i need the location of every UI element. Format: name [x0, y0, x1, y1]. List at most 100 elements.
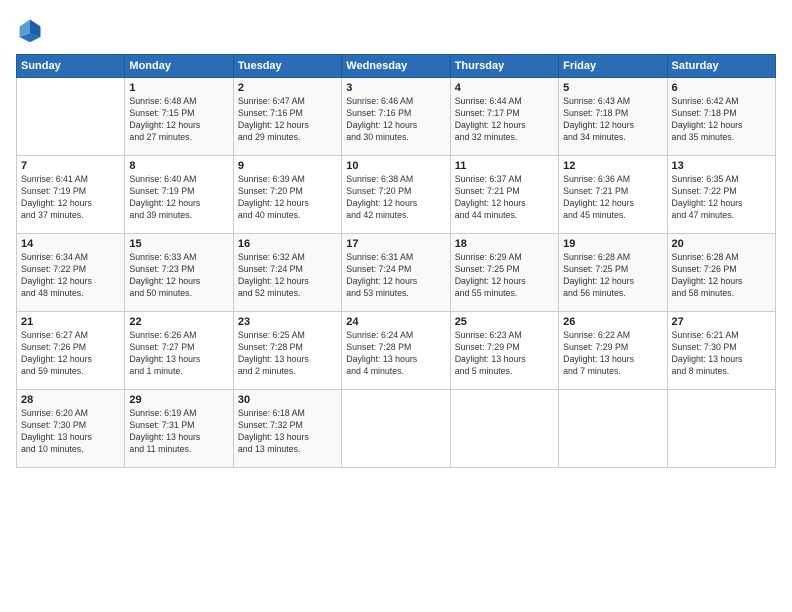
day-info: Sunrise: 6:25 AM Sunset: 7:28 PM Dayligh… [238, 330, 337, 378]
day-number: 13 [672, 160, 771, 172]
day-info: Sunrise: 6:39 AM Sunset: 7:20 PM Dayligh… [238, 174, 337, 222]
calendar-week-row: 28Sunrise: 6:20 AM Sunset: 7:30 PM Dayli… [17, 390, 776, 468]
weekday-header-cell: Tuesday [233, 55, 341, 78]
calendar-day-cell: 25 Sunrise: 6:23 AM Sunset: 7:29 PM Dayli… [450, 312, 558, 390]
calendar-table: SundayMondayTuesdayWednesdayThursdayFrid… [16, 54, 776, 468]
weekday-header-cell: Saturday [667, 55, 775, 78]
page: SundayMondayTuesdayWednesdayThursdayFrid… [0, 0, 792, 612]
calendar-day-cell: 17 Sunrise: 6:31 AM Sunset: 7:24 PM Dayli… [342, 234, 450, 312]
calendar-day-cell: 11 Sunrise: 6:37 AM Sunset: 7:21 PM Dayli… [450, 156, 558, 234]
day-info: Sunrise: 6:35 AM Sunset: 7:22 PM Dayligh… [672, 174, 771, 222]
day-number: 11 [455, 160, 554, 172]
calendar-body: 1Sunrise: 6:48 AM Sunset: 7:15 PM Daylig… [17, 78, 776, 468]
day-number: 2 [238, 82, 337, 94]
day-number: 5 [563, 82, 662, 94]
day-number: 19 [563, 238, 662, 250]
calendar-day-cell: 23Sunrise: 6:25 AM Sunset: 7:28 PM Dayli… [233, 312, 341, 390]
day-number: 22 [129, 316, 228, 328]
weekday-header-cell: Thursday [450, 55, 558, 78]
calendar-day-cell: 10 Sunrise: 6:38 AM Sunset: 7:20 PM Dayli… [342, 156, 450, 234]
logo [16, 16, 48, 44]
day-info: Sunrise: 6:18 AM Sunset: 7:32 PM Dayligh… [238, 408, 337, 456]
day-number: 18 [455, 238, 554, 250]
calendar-day-cell: 19 Sunrise: 6:28 AM Sunset: 7:25 PM Dayli… [559, 234, 667, 312]
calendar-day-cell: 30 Sunrise: 6:18 AM Sunset: 7:32 PM Dayli… [233, 390, 341, 468]
day-number: 30 [238, 394, 337, 406]
calendar-week-row: 7 Sunrise: 6:41 AM Sunset: 7:19 PM Daylig… [17, 156, 776, 234]
weekday-header-cell: Sunday [17, 55, 125, 78]
day-number: 6 [672, 82, 771, 94]
calendar-day-cell: 12 Sunrise: 6:36 AM Sunset: 7:21 PM Dayli… [559, 156, 667, 234]
day-number: 17 [346, 238, 445, 250]
calendar-day-cell: 28Sunrise: 6:20 AM Sunset: 7:30 PM Dayli… [17, 390, 125, 468]
calendar-day-cell: 24 Sunrise: 6:24 AM Sunset: 7:28 PM Dayli… [342, 312, 450, 390]
day-number: 24 [346, 316, 445, 328]
day-info: Sunrise: 6:36 AM Sunset: 7:21 PM Dayligh… [563, 174, 662, 222]
day-info: Sunrise: 6:31 AM Sunset: 7:24 PM Dayligh… [346, 252, 445, 300]
day-number: 4 [455, 82, 554, 94]
calendar-day-cell [342, 390, 450, 468]
calendar-day-cell: 15 Sunrise: 6:33 AM Sunset: 7:23 PM Dayli… [125, 234, 233, 312]
calendar-day-cell: 22 Sunrise: 6:26 AM Sunset: 7:27 PM Dayli… [125, 312, 233, 390]
calendar-day-cell [559, 390, 667, 468]
day-info: Sunrise: 6:47 AM Sunset: 7:16 PM Dayligh… [238, 96, 337, 144]
day-info: Sunrise: 6:33 AM Sunset: 7:23 PM Dayligh… [129, 252, 228, 300]
day-number: 27 [672, 316, 771, 328]
calendar-day-cell: 1Sunrise: 6:48 AM Sunset: 7:15 PM Daylig… [125, 78, 233, 156]
day-info: Sunrise: 6:24 AM Sunset: 7:28 PM Dayligh… [346, 330, 445, 378]
calendar-day-cell: 7 Sunrise: 6:41 AM Sunset: 7:19 PM Daylig… [17, 156, 125, 234]
calendar-day-cell: 18 Sunrise: 6:29 AM Sunset: 7:25 PM Dayli… [450, 234, 558, 312]
day-info: Sunrise: 6:29 AM Sunset: 7:25 PM Dayligh… [455, 252, 554, 300]
calendar-day-cell: 26 Sunrise: 6:22 AM Sunset: 7:29 PM Dayli… [559, 312, 667, 390]
day-number: 8 [129, 160, 228, 172]
day-info: Sunrise: 6:46 AM Sunset: 7:16 PM Dayligh… [346, 96, 445, 144]
weekday-header-cell: Friday [559, 55, 667, 78]
day-number: 7 [21, 160, 120, 172]
weekday-header-cell: Monday [125, 55, 233, 78]
day-info: Sunrise: 6:20 AM Sunset: 7:30 PM Dayligh… [21, 408, 120, 456]
day-number: 25 [455, 316, 554, 328]
day-info: Sunrise: 6:37 AM Sunset: 7:21 PM Dayligh… [455, 174, 554, 222]
day-number: 20 [672, 238, 771, 250]
day-info: Sunrise: 6:34 AM Sunset: 7:22 PM Dayligh… [21, 252, 120, 300]
calendar-day-cell: 3 Sunrise: 6:46 AM Sunset: 7:16 PM Daylig… [342, 78, 450, 156]
day-info: Sunrise: 6:40 AM Sunset: 7:19 PM Dayligh… [129, 174, 228, 222]
calendar-day-cell [667, 390, 775, 468]
day-info: Sunrise: 6:44 AM Sunset: 7:17 PM Dayligh… [455, 96, 554, 144]
day-info: Sunrise: 6:28 AM Sunset: 7:25 PM Dayligh… [563, 252, 662, 300]
calendar-day-cell: 27Sunrise: 6:21 AM Sunset: 7:30 PM Dayli… [667, 312, 775, 390]
day-info: Sunrise: 6:41 AM Sunset: 7:19 PM Dayligh… [21, 174, 120, 222]
day-number: 14 [21, 238, 120, 250]
calendar-day-cell: 20 Sunrise: 6:28 AM Sunset: 7:26 PM Dayli… [667, 234, 775, 312]
day-info: Sunrise: 6:28 AM Sunset: 7:26 PM Dayligh… [672, 252, 771, 300]
day-number: 3 [346, 82, 445, 94]
calendar-day-cell: 29Sunrise: 6:19 AM Sunset: 7:31 PM Dayli… [125, 390, 233, 468]
calendar-day-cell: 16Sunrise: 6:32 AM Sunset: 7:24 PM Dayli… [233, 234, 341, 312]
day-number: 15 [129, 238, 228, 250]
calendar-day-cell [450, 390, 558, 468]
day-number: 29 [129, 394, 228, 406]
calendar-week-row: 14 Sunrise: 6:34 AM Sunset: 7:22 PM Dayli… [17, 234, 776, 312]
weekday-header-cell: Wednesday [342, 55, 450, 78]
header [16, 16, 776, 44]
calendar-day-cell: 4 Sunrise: 6:44 AM Sunset: 7:17 PM Daylig… [450, 78, 558, 156]
day-info: Sunrise: 6:22 AM Sunset: 7:29 PM Dayligh… [563, 330, 662, 378]
day-info: Sunrise: 6:42 AM Sunset: 7:18 PM Dayligh… [672, 96, 771, 144]
calendar-day-cell: 5 Sunrise: 6:43 AM Sunset: 7:18 PM Daylig… [559, 78, 667, 156]
calendar-day-cell: 14 Sunrise: 6:34 AM Sunset: 7:22 PM Dayli… [17, 234, 125, 312]
calendar-day-cell: 8 Sunrise: 6:40 AM Sunset: 7:19 PM Daylig… [125, 156, 233, 234]
day-info: Sunrise: 6:43 AM Sunset: 7:18 PM Dayligh… [563, 96, 662, 144]
day-number: 1 [129, 82, 228, 94]
calendar-day-cell: 21Sunrise: 6:27 AM Sunset: 7:26 PM Dayli… [17, 312, 125, 390]
day-info: Sunrise: 6:38 AM Sunset: 7:20 PM Dayligh… [346, 174, 445, 222]
logo-icon [16, 16, 44, 44]
day-number: 10 [346, 160, 445, 172]
day-number: 12 [563, 160, 662, 172]
calendar-week-row: 21Sunrise: 6:27 AM Sunset: 7:26 PM Dayli… [17, 312, 776, 390]
calendar-day-cell: 13 Sunrise: 6:35 AM Sunset: 7:22 PM Dayli… [667, 156, 775, 234]
calendar-day-cell [17, 78, 125, 156]
day-info: Sunrise: 6:26 AM Sunset: 7:27 PM Dayligh… [129, 330, 228, 378]
day-info: Sunrise: 6:23 AM Sunset: 7:29 PM Dayligh… [455, 330, 554, 378]
day-number: 26 [563, 316, 662, 328]
day-number: 9 [238, 160, 337, 172]
